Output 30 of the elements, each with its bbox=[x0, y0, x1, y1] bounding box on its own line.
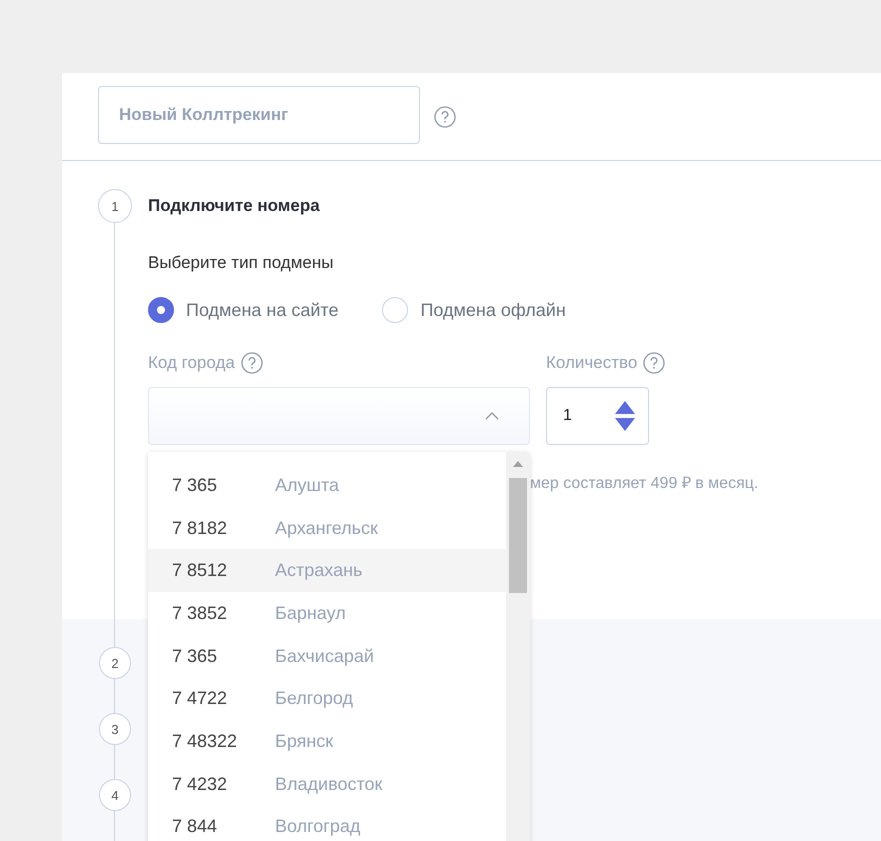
city-option[interactable]: 7 3852 Барнаул bbox=[148, 592, 506, 635]
radio-option[interactable]: Подмена на сайте bbox=[148, 297, 338, 323]
quantity-field[interactable]: 1 bbox=[546, 387, 649, 445]
city-option[interactable]: 7 48322 Брянск bbox=[148, 720, 506, 763]
scrollbar-thumb[interactable] bbox=[509, 478, 527, 593]
scroll-up-icon[interactable] bbox=[513, 461, 523, 467]
step-title: Подключите номера bbox=[148, 196, 320, 216]
step-number: 3 bbox=[99, 713, 131, 745]
city-option[interactable]: 7 365 Алушта bbox=[148, 464, 506, 507]
help-icon[interactable] bbox=[240, 352, 263, 374]
radio-option[interactable]: Подмена офлайн bbox=[382, 297, 566, 323]
field-label: Выберите тип подмены bbox=[148, 253, 334, 273]
city-option[interactable]: 7 8182 Архангельск bbox=[148, 506, 506, 550]
field-label: Код города bbox=[148, 353, 235, 373]
radio-icon[interactable] bbox=[148, 297, 174, 323]
scrollbar[interactable] bbox=[506, 452, 530, 841]
step-number: 1 bbox=[98, 189, 132, 223]
stepper-icon[interactable] bbox=[614, 400, 636, 432]
city-option[interactable]: 7 4722 Белгород bbox=[148, 677, 506, 720]
step-number: 2 bbox=[99, 647, 131, 679]
city-option[interactable]: 7 844 Волгоград bbox=[148, 806, 506, 841]
field-label: Количество bbox=[546, 353, 638, 373]
city-option[interactable]: 7 365 Бахчисарай bbox=[148, 634, 506, 678]
name-field[interactable]: Новый Коллтрекинг bbox=[98, 86, 420, 144]
help-icon[interactable] bbox=[434, 106, 456, 128]
city-option[interactable]: 7 4232 Владивосток bbox=[148, 762, 506, 806]
step-number: 4 bbox=[99, 779, 131, 811]
price-note: мер составляет 499 ₽ в месяц. bbox=[530, 474, 760, 493]
help-icon[interactable] bbox=[643, 352, 666, 374]
city-option[interactable]: 7 8512 Астрахань bbox=[148, 549, 506, 592]
